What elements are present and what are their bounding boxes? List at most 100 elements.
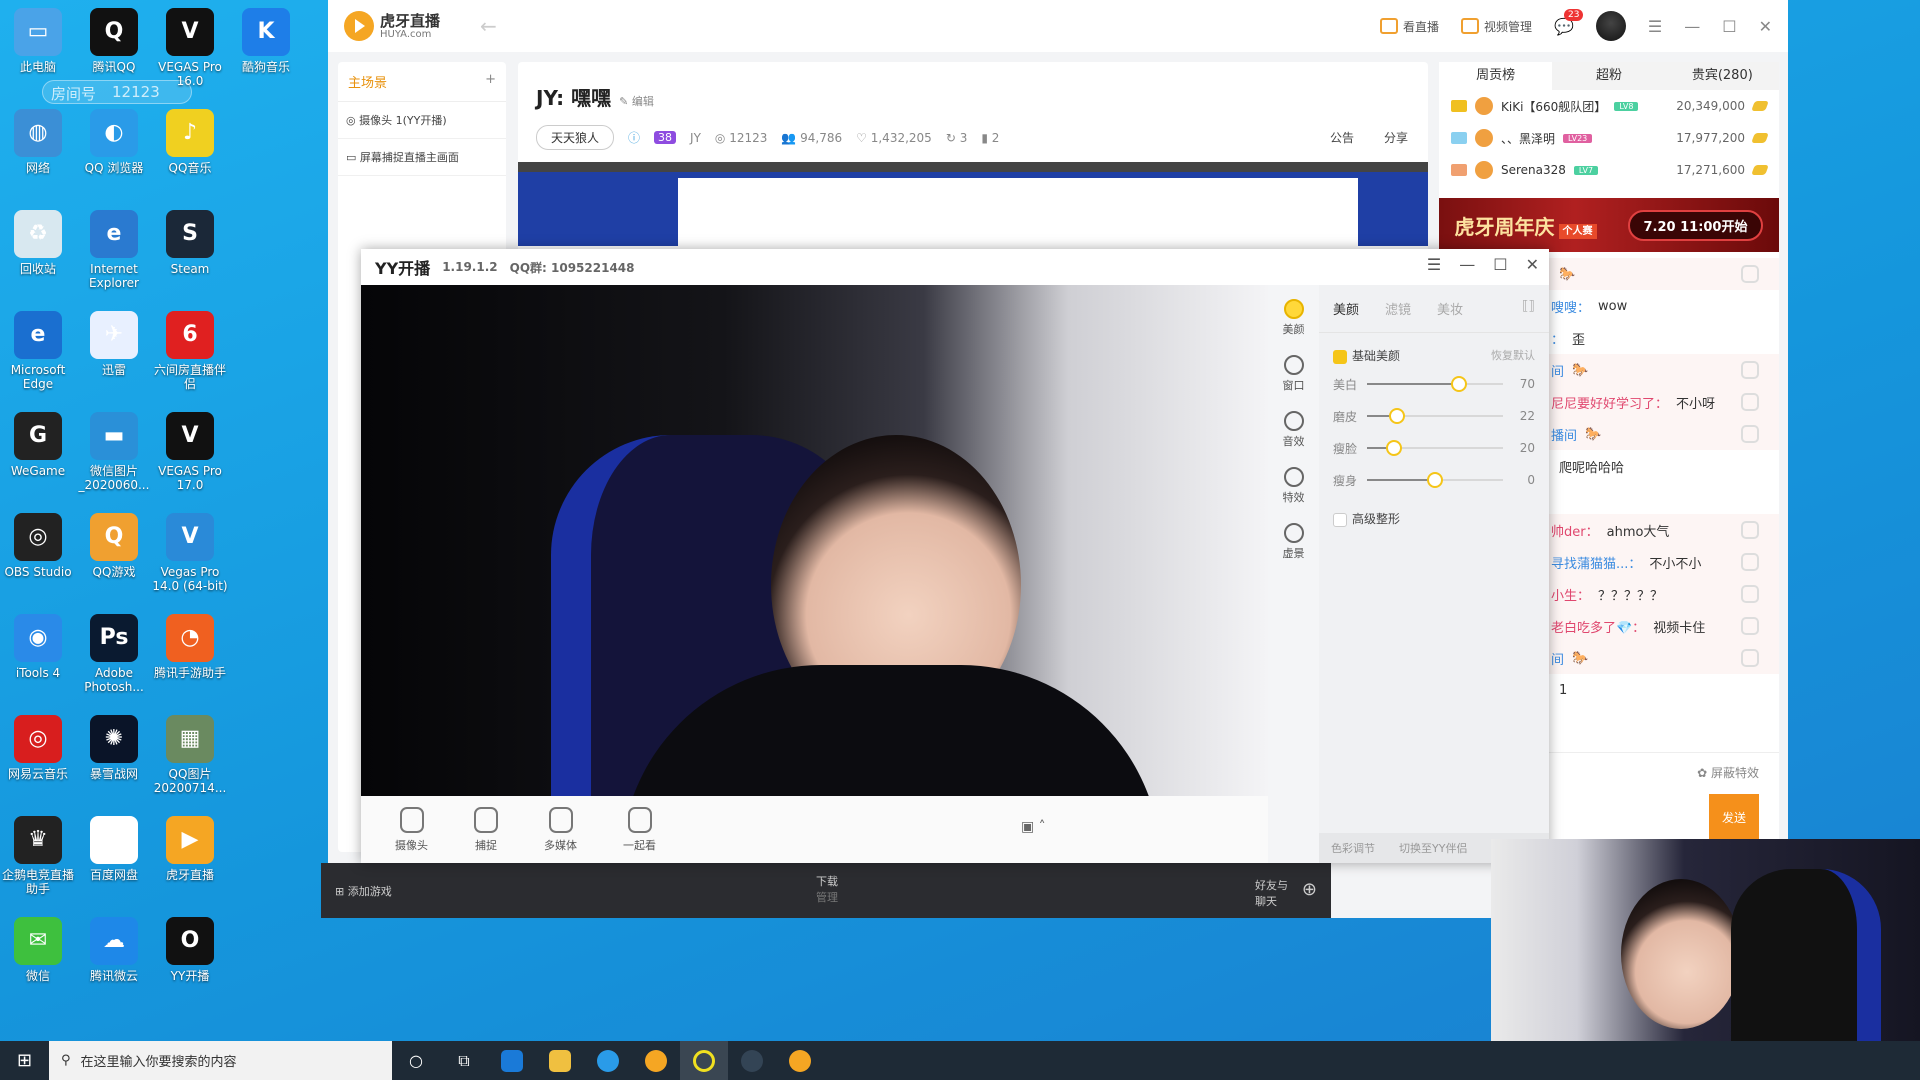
beauty-slider[interactable]: 瘦脸 20: [1319, 432, 1549, 464]
close-button[interactable]: ✕: [1526, 255, 1539, 274]
slider-track[interactable]: [1367, 440, 1503, 456]
qq-browser-taskbar-icon[interactable]: [584, 1041, 632, 1080]
minimize-button[interactable]: —: [1684, 17, 1700, 36]
add-game-button[interactable]: ⊞ 添加游戏: [335, 883, 392, 899]
desktop-icon[interactable]: ▦ QQ图片20200714...: [152, 715, 228, 795]
beauty-slider[interactable]: 磨皮 22: [1319, 400, 1549, 432]
send-button[interactable]: 发送: [1709, 794, 1759, 840]
rank-row[interactable]: KiKi【660舰队团】 LV8 20,349,000: [1439, 90, 1779, 122]
report-icon[interactable]: [1741, 585, 1759, 603]
desktop-icon[interactable]: ◉ iTools 4: [0, 614, 76, 680]
menu-icon[interactable]: ☰: [1427, 255, 1441, 274]
desktop-icon[interactable]: ♻ 回收站: [0, 210, 76, 276]
source-camera[interactable]: ◎ 摄像头 1(YY开播): [338, 102, 506, 139]
toolbar-button-0[interactable]: 摄像头: [395, 806, 428, 853]
desktop-icon[interactable]: ▬ 微信图片_2020060...: [76, 412, 152, 492]
rank-row[interactable]: 、、黑泽明 LV23 17,977,200: [1439, 122, 1779, 154]
cortana-icon[interactable]: ○: [392, 1041, 440, 1080]
category-tag[interactable]: 天天狼人: [536, 125, 615, 150]
compare-icon[interactable]: ⟦⟧: [1522, 299, 1535, 318]
edit-title-button[interactable]: ✎ 编辑: [619, 95, 654, 108]
desktop-icon[interactable]: ▶ 虎牙直播: [152, 816, 228, 882]
huya-taskbar-icon[interactable]: [632, 1041, 680, 1080]
desktop-icon[interactable]: 6 六间房直播伴侣: [152, 311, 228, 391]
chat-user[interactable]: 间: [1551, 649, 1564, 668]
desktop-icon[interactable]: ☁ 腾讯微云: [76, 917, 152, 983]
desktop-icon[interactable]: Q QQ游戏: [76, 513, 152, 579]
desktop-icon[interactable]: G WeGame: [0, 412, 76, 478]
slider-track[interactable]: [1367, 472, 1503, 488]
taskbar-search[interactable]: ⚲ 在这里输入你要搜索的内容: [49, 1041, 392, 1080]
desktop-icon[interactable]: K 酷狗音乐: [228, 8, 304, 74]
desktop-icon[interactable]: ▭ 此电脑: [0, 8, 76, 74]
chat-user[interactable]: 嗖嗖：: [1551, 297, 1590, 316]
basic-beauty-checkbox[interactable]: 基础美颜: [1333, 347, 1400, 364]
desktop-icon[interactable]: V Vegas Pro 14.0 (64-bit): [152, 513, 228, 593]
task-view-icon[interactable]: ⧉: [440, 1041, 488, 1080]
scene-tab[interactable]: 主场景: [348, 72, 387, 91]
chat-user[interactable]: 老白吃多了💎：: [1551, 617, 1645, 636]
desktop-icon[interactable]: ✺ 暴雪战网: [76, 715, 152, 781]
desktop-icon[interactable]: ◍ 网络: [0, 109, 76, 175]
side-menu-1[interactable]: 窗口: [1283, 355, 1305, 393]
chat-user[interactable]: 帅der：: [1551, 521, 1599, 540]
anniversary-banner[interactable]: 虎牙周年庆 个人赛 7.20 11:00开始: [1439, 198, 1779, 252]
minimize-button[interactable]: —: [1459, 255, 1475, 274]
edge-taskbar-icon[interactable]: [488, 1041, 536, 1080]
beauty-slider[interactable]: 美白 70: [1319, 368, 1549, 400]
advanced-shaping-checkbox[interactable]: 高级整形: [1333, 510, 1400, 527]
report-icon[interactable]: [1741, 393, 1759, 411]
beauty-slider[interactable]: 瘦身 0: [1319, 464, 1549, 496]
desktop-icon[interactable]: ◎ 网易云音乐: [0, 715, 76, 781]
explorer-taskbar-icon[interactable]: [536, 1041, 584, 1080]
steam-taskbar-icon[interactable]: [728, 1041, 776, 1080]
desktop-icon[interactable]: Q 腾讯QQ: [76, 8, 152, 74]
back-arrow-icon[interactable]: ←: [480, 14, 497, 38]
toolbar-button-3[interactable]: 一起看: [623, 806, 656, 853]
side-menu-0[interactable]: 美颜: [1283, 299, 1305, 337]
camera-toggle-icon[interactable]: ▣ ˄: [1021, 819, 1046, 835]
desktop-icon[interactable]: ◐ QQ 浏览器: [76, 109, 152, 175]
desktop-icon[interactable]: e Microsoft Edge: [0, 311, 76, 391]
friends-plus-icon[interactable]: ⊕: [1302, 879, 1317, 900]
yy-taskbar-icon[interactable]: [680, 1041, 728, 1080]
desktop-icon[interactable]: Ps Adobe Photosh...: [76, 614, 152, 694]
reset-default-button[interactable]: 恢复默认: [1491, 347, 1535, 364]
menu-icon[interactable]: ☰: [1648, 17, 1662, 36]
avatar[interactable]: [1595, 11, 1626, 41]
source-screen[interactable]: ▭ 屏幕捕捉直播主画面: [338, 139, 506, 176]
slider-knob[interactable]: [1451, 376, 1468, 392]
toolbar-button-1[interactable]: 捕捉: [474, 806, 498, 853]
chat-user[interactable]: 小生：: [1551, 585, 1590, 604]
tab-beauty[interactable]: 美颜: [1333, 299, 1359, 318]
chat-user[interactable]: 间: [1551, 361, 1564, 380]
report-icon[interactable]: [1741, 617, 1759, 635]
desktop-icon[interactable]: ✉ 微信: [0, 917, 76, 983]
slider-track[interactable]: [1367, 376, 1503, 392]
info-icon[interactable]: ⓘ: [628, 129, 640, 146]
side-menu-2[interactable]: 音效: [1283, 411, 1305, 449]
desktop-icon[interactable]: ∞ 百度网盘: [76, 816, 152, 882]
desktop-icon[interactable]: V VEGAS Pro 17.0: [152, 412, 228, 492]
report-icon[interactable]: [1741, 361, 1759, 379]
close-button[interactable]: ✕: [1759, 17, 1772, 36]
watch-live-button[interactable]: 看直播: [1379, 18, 1439, 35]
desktop-icon[interactable]: ♪ QQ音乐: [152, 109, 228, 175]
slider-knob[interactable]: [1388, 408, 1405, 424]
windows-start-icon[interactable]: ⊞: [0, 1050, 49, 1071]
download-manage-button[interactable]: 下载 管理: [816, 873, 838, 905]
report-icon[interactable]: [1741, 265, 1759, 283]
desktop-icon[interactable]: ✈ 迅雷: [76, 311, 152, 377]
tab-superfan[interactable]: 超粉: [1552, 62, 1665, 90]
side-menu-4[interactable]: 虚景: [1283, 523, 1305, 561]
desktop-icon[interactable]: O YY开播: [152, 917, 228, 983]
tab-filter[interactable]: 滤镜: [1385, 299, 1411, 318]
video-manage-button[interactable]: 视频管理: [1460, 18, 1532, 35]
slider-knob[interactable]: [1386, 440, 1403, 456]
slider-track[interactable]: [1367, 408, 1503, 424]
desktop-icon[interactable]: ◎ OBS Studio: [0, 513, 76, 579]
desktop-icon[interactable]: V VEGAS Pro 16.0: [152, 8, 228, 88]
chat-user[interactable]: 尼尼要好好学习了：: [1551, 393, 1668, 412]
share-button[interactable]: 分享: [1384, 129, 1408, 146]
add-scene-icon[interactable]: +: [485, 72, 496, 91]
